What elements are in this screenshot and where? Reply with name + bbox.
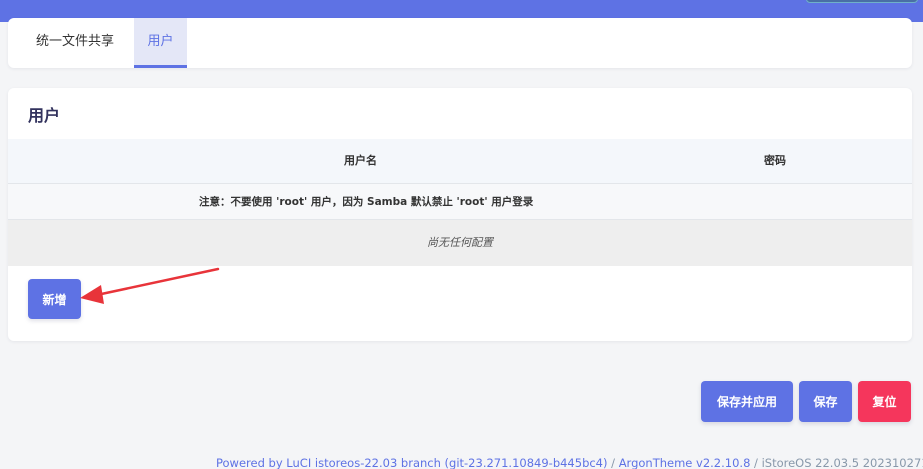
empty-placeholder: 尚无任何配置 — [427, 236, 493, 249]
empty-row: 尚无任何配置 — [8, 220, 912, 266]
users-section: 用户 用户名 密码 注意：不要使用 'root' 用户，因为 Samba 默认禁… — [8, 88, 912, 341]
column-username: 用户名 — [344, 154, 377, 167]
footer-separator: / — [607, 456, 619, 469]
reset-button[interactable]: 复位 — [858, 381, 911, 422]
add-user-button[interactable]: 新增 — [28, 279, 81, 319]
tab-bar: 统一文件共享 用户 — [8, 18, 912, 68]
table-header: 用户名 密码 — [8, 139, 912, 184]
column-password: 密码 — [764, 154, 786, 167]
save-button[interactable]: 保存 — [799, 381, 852, 422]
luci-link[interactable]: Powered by LuCI istoreos-22.03 branch (g… — [216, 456, 608, 469]
save-apply-button[interactable]: 保存并应用 — [701, 381, 793, 422]
footer: Powered by LuCI istoreos-22.03 branch (g… — [216, 456, 923, 469]
tab-file-share[interactable]: 统一文件共享 — [22, 18, 128, 68]
header-button[interactable] — [806, 0, 918, 3]
section-title: 用户 — [28, 106, 61, 125]
os-version: iStoreOS 22.03.5 2023102715 — [761, 456, 923, 469]
note-row: 注意：不要使用 'root' 用户，因为 Samba 默认禁止 'root' 用… — [8, 184, 912, 220]
tab-users[interactable]: 用户 — [134, 18, 187, 68]
root-warning-note: 注意：不要使用 'root' 用户，因为 Samba 默认禁止 'root' 用… — [199, 196, 534, 208]
theme-link[interactable]: ArgonTheme v2.2.10.8 — [619, 456, 751, 469]
footer-separator: / — [750, 456, 762, 469]
